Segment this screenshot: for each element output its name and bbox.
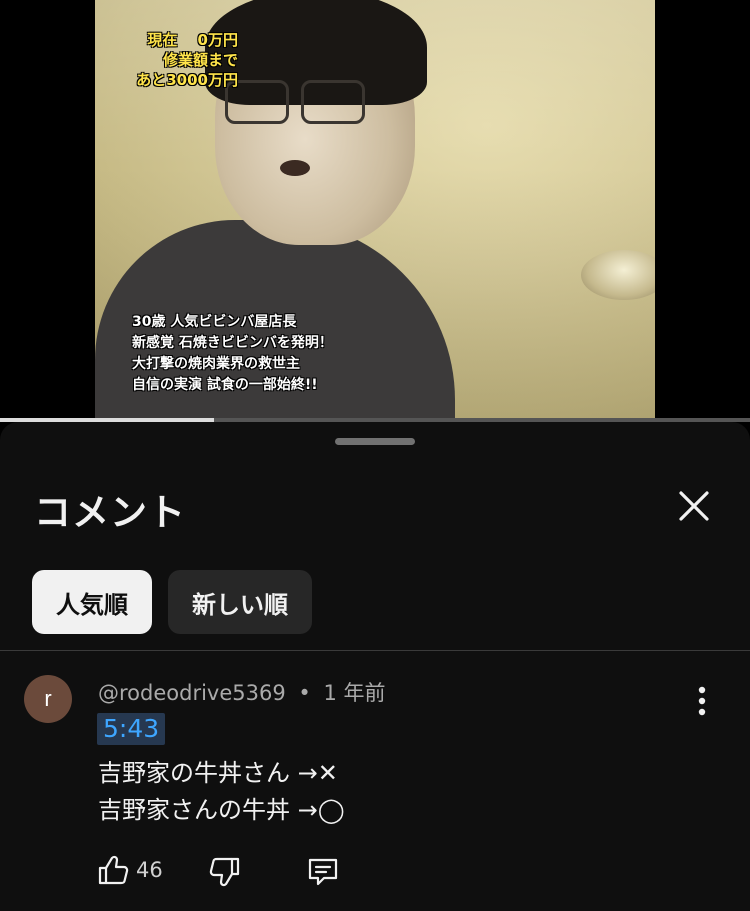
more-vert-icon — [698, 686, 706, 716]
comment-meta: @rodeodrive5369 • 1 年前 — [98, 677, 386, 707]
comment-text: 吉野家の牛丼さん →✕ 吉野家さんの牛丼 →◯ — [98, 755, 345, 829]
reply-comment-icon — [308, 858, 338, 886]
video-player[interactable]: 現在 0万円 修業額まで あと3000万円 30歳 人気ビビンバ屋店長 新感覚 … — [0, 0, 750, 422]
meta-separator: • — [298, 681, 311, 705]
panel-title: コメント — [34, 491, 186, 534]
dislike-button[interactable] — [208, 855, 242, 889]
thumbs-down-icon — [209, 857, 240, 887]
comment-line-2: 吉野家さんの牛丼 →◯ — [98, 796, 345, 824]
glasses-lens-right — [301, 80, 365, 124]
like-button[interactable] — [96, 853, 130, 887]
drag-handle[interactable] — [335, 438, 415, 445]
reply-button[interactable] — [306, 855, 340, 889]
thumbs-up-icon — [98, 855, 129, 885]
sort-chip-newest[interactable]: 新しい順 — [168, 570, 312, 634]
close-button[interactable] — [672, 484, 716, 528]
comments-panel: コメント 人気順 新しい順 r @rodeodrive5369 • 1 年前 5… — [0, 422, 750, 911]
video-caption-bottom: 30歳 人気ビビンバ屋店長 新感覚 石焼きビビンバを発明！ 大打撃の焼肉業界の救… — [132, 314, 333, 393]
close-icon — [679, 491, 709, 521]
video-caption-top: 現在 0万円 修業額まで あと3000万円 — [136, 31, 238, 89]
more-options-button[interactable] — [688, 683, 716, 719]
person-mouth — [280, 160, 310, 176]
timestamp-link[interactable]: 5:43 — [97, 713, 166, 745]
comment-item: r @rodeodrive5369 • 1 年前 5:43 吉野家の牛丼さん →… — [0, 651, 750, 911]
avatar[interactable]: r — [24, 675, 72, 723]
like-count: 46 — [136, 858, 163, 882]
person-glasses — [225, 80, 365, 124]
sort-chips: 人気順 新しい順 — [32, 570, 312, 634]
comment-time: 1 年前 — [323, 681, 386, 705]
comment-author[interactable]: @rodeodrive5369 — [98, 681, 286, 705]
sort-chip-top[interactable]: 人気順 — [32, 570, 152, 634]
comment-line-1: 吉野家の牛丼さん →✕ — [98, 759, 338, 787]
